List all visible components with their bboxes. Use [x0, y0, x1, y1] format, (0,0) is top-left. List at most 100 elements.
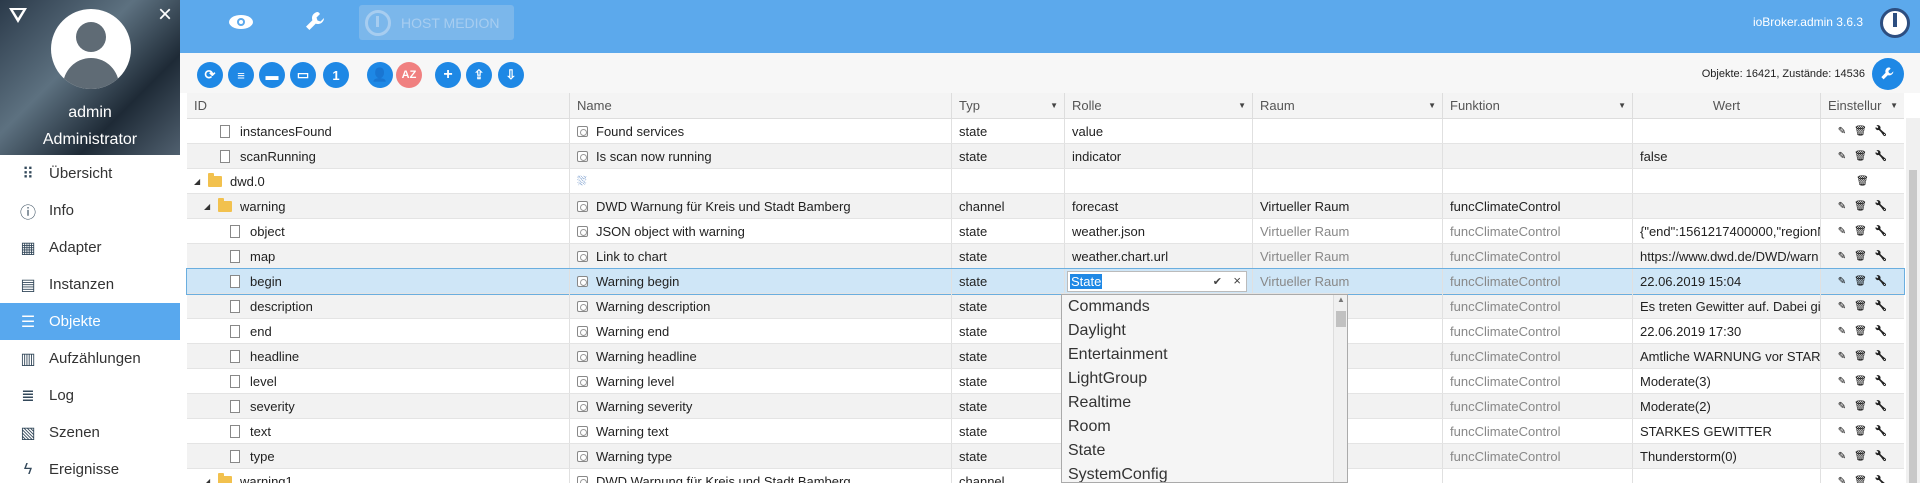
- cell-rolle[interactable]: weather.json: [1065, 219, 1253, 243]
- dropdown-option[interactable]: State: [1062, 439, 1347, 463]
- cell-name[interactable]: ⛆: [570, 169, 952, 193]
- edit-icon[interactable]: ✎: [1838, 276, 1846, 287]
- table-scrollbar[interactable]: [1906, 118, 1920, 483]
- cell-wert[interactable]: Amtliche WARNUNG vor STARK: [1633, 344, 1821, 368]
- cell-wert[interactable]: Thunderstorm(0): [1633, 444, 1821, 468]
- cell-rolle[interactable]: [1065, 169, 1253, 193]
- table-row[interactable]: end Warning end state funcClimateControl 22.…: [187, 319, 1904, 344]
- delete-icon[interactable]: 🗑: [1854, 126, 1867, 137]
- dropdown-scrollbar[interactable]: ▲: [1333, 295, 1347, 482]
- cell-wert[interactable]: 22.06.2019 17:30: [1633, 319, 1821, 343]
- check-icon[interactable]: ✔: [1213, 275, 1222, 288]
- cell-name[interactable]: Warning end: [570, 319, 952, 343]
- cell-funktion[interactable]: [1443, 144, 1633, 168]
- wrench-icon[interactable]: 🔧: [1875, 251, 1887, 262]
- cell-actions[interactable]: ✎ 🗑 🔧: [1821, 319, 1904, 343]
- cell-rolle[interactable]: value: [1065, 119, 1253, 143]
- cell-funktion[interactable]: funcClimateControl: [1443, 294, 1633, 318]
- list-view-button[interactable]: ≡: [228, 62, 254, 88]
- rolle-dropdown-list[interactable]: Commands Daylight Entertainment LightGroup R…: [1061, 294, 1348, 483]
- cell-name[interactable]: Warning begin: [570, 269, 952, 293]
- cell-funktion[interactable]: [1443, 119, 1633, 143]
- folder-expand-button[interactable]: ▭: [290, 62, 316, 88]
- cell-typ[interactable]: channel: [952, 469, 1065, 483]
- cell-typ[interactable]: state: [952, 269, 1065, 293]
- user-filter-button[interactable]: 👤: [367, 62, 393, 88]
- cell-actions[interactable]: 🗑: [1821, 169, 1904, 193]
- tree-toggle-icon[interactable]: ◢: [194, 177, 204, 186]
- rolle-edit-value[interactable]: State: [1070, 274, 1103, 289]
- column-typ[interactable]: Typ ▼: [952, 93, 1065, 118]
- upload-button[interactable]: ⇪: [466, 62, 492, 88]
- cell-funktion[interactable]: funcClimateControl: [1443, 244, 1633, 268]
- eye-icon[interactable]: [228, 12, 254, 38]
- cell-id[interactable]: level: [187, 369, 570, 393]
- table-row[interactable]: ◢ warning1 DWD Warnung für Kreis und Stadt…: [187, 469, 1904, 483]
- cell-typ[interactable]: state: [952, 294, 1065, 318]
- edit-icon[interactable]: ✎: [1838, 226, 1846, 237]
- dropdown-option[interactable]: Entertainment: [1062, 343, 1347, 367]
- table-row[interactable]: type Warning type state funcClimateControl T…: [187, 444, 1904, 469]
- download-button[interactable]: ⇩: [498, 62, 524, 88]
- wrench-icon[interactable]: 🔧: [1875, 401, 1887, 412]
- cell-actions[interactable]: ✎ 🗑 🔧: [1821, 294, 1904, 318]
- cell-actions[interactable]: ✎ 🗑 🔧: [1821, 344, 1904, 368]
- cell-funktion[interactable]: funcClimateControl: [1443, 369, 1633, 393]
- cell-name[interactable]: DWD Warnung für Kreis und Stadt Bamberg: [570, 469, 952, 483]
- cell-typ[interactable]: state: [952, 144, 1065, 168]
- table-row[interactable]: text Warning text state funcClimateControl S…: [187, 419, 1904, 444]
- sidebar-item-aufzählungen[interactable]: ▥ Aufzählungen: [0, 340, 180, 377]
- column-wert[interactable]: Wert: [1633, 93, 1821, 118]
- wrench-icon[interactable]: 🔧: [1875, 351, 1887, 362]
- sidebar-item-objekte[interactable]: ☰ Objekte: [0, 303, 180, 340]
- delete-icon[interactable]: 🗑: [1854, 351, 1867, 362]
- cell-wert[interactable]: https://www.dwd.de/DWD/warn: [1633, 244, 1821, 268]
- cell-name[interactable]: Warning text: [570, 419, 952, 443]
- iobroker-logo-icon[interactable]: [9, 8, 27, 23]
- cell-actions[interactable]: ✎ 🗑 🔧: [1821, 219, 1904, 243]
- delete-icon[interactable]: 🗑: [1854, 326, 1867, 337]
- delete-icon[interactable]: 🗑: [1854, 151, 1867, 162]
- delete-icon[interactable]: 🗑: [1854, 376, 1867, 387]
- cell-typ[interactable]: state: [952, 394, 1065, 418]
- cell-funktion[interactable]: funcClimateControl: [1443, 319, 1633, 343]
- cell-typ[interactable]: state: [952, 219, 1065, 243]
- column-einstellungen[interactable]: Einstellur ▼: [1821, 93, 1904, 118]
- table-row[interactable]: begin Warning begin state State ✔ × Virtueller…: [186, 268, 1905, 295]
- edit-icon[interactable]: ✎: [1838, 126, 1846, 137]
- cell-typ[interactable]: state: [952, 244, 1065, 268]
- delete-icon[interactable]: 🗑: [1854, 201, 1867, 212]
- cell-wert[interactable]: [1633, 469, 1821, 483]
- cell-raum[interactable]: Virtueller Raum: [1253, 269, 1443, 293]
- cell-typ[interactable]: state: [952, 119, 1065, 143]
- column-rolle[interactable]: Rolle ▼: [1065, 93, 1253, 118]
- edit-icon[interactable]: ✎: [1838, 151, 1846, 162]
- cell-wert[interactable]: Moderate(2): [1633, 394, 1821, 418]
- cell-typ[interactable]: state: [952, 419, 1065, 443]
- cell-wert[interactable]: [1633, 119, 1821, 143]
- cell-rolle[interactable]: forecast: [1065, 194, 1253, 218]
- wrench-icon[interactable]: 🔧: [1875, 276, 1887, 287]
- edit-icon[interactable]: ✎: [1838, 376, 1846, 387]
- edit-icon[interactable]: ✎: [1838, 326, 1846, 337]
- wrench-icon[interactable]: 🔧: [1875, 426, 1887, 437]
- cell-funktion[interactable]: funcClimateControl: [1443, 219, 1633, 243]
- delete-icon[interactable]: 🗑: [1854, 451, 1867, 462]
- cell-wert[interactable]: STARKES GEWITTER: [1633, 419, 1821, 443]
- wrench-icon[interactable]: 🔧: [1875, 151, 1887, 162]
- delete-icon[interactable]: 🗑: [1854, 401, 1867, 412]
- iobroker-power-icon[interactable]: [1880, 8, 1910, 38]
- dropdown-option[interactable]: Realtime: [1062, 391, 1347, 415]
- sidebar-item-ereignisse[interactable]: ϟ Ereignisse: [0, 451, 180, 483]
- cell-name[interactable]: Warning headline: [570, 344, 952, 368]
- tree-toggle-icon[interactable]: ◢: [204, 477, 214, 483]
- delete-icon[interactable]: 🗑: [1854, 426, 1867, 437]
- cell-id[interactable]: end: [187, 319, 570, 343]
- cell-funktion[interactable]: [1443, 169, 1633, 193]
- cell-id[interactable]: instancesFound: [187, 119, 570, 143]
- table-row[interactable]: headline Warning headline state funcClimate…: [187, 344, 1904, 369]
- cell-wert[interactable]: Moderate(3): [1633, 369, 1821, 393]
- delete-icon[interactable]: 🗑: [1854, 276, 1867, 287]
- delete-icon[interactable]: 🗑: [1856, 176, 1869, 187]
- cell-funktion[interactable]: funcClimateControl: [1443, 344, 1633, 368]
